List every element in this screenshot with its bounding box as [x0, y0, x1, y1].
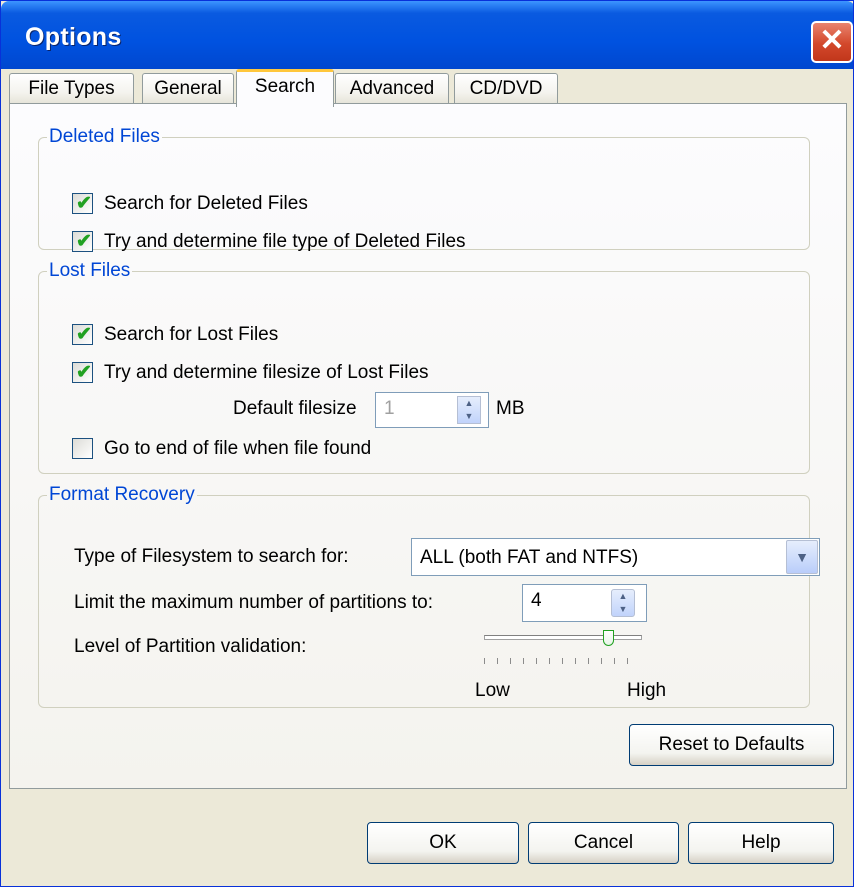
reset-to-defaults-button[interactable]: Reset to Defaults	[629, 724, 834, 766]
checkmark-icon: ✔	[76, 231, 92, 252]
determine-size-lost-label: Try and determine filesize of Lost Files	[104, 362, 429, 383]
deleted-files-legend: Deleted Files	[49, 126, 160, 147]
tab-general[interactable]: General	[142, 73, 234, 105]
window-title: Options	[25, 23, 122, 51]
checkbox-box: ✔	[72, 362, 93, 383]
filesystem-type-label: Type of Filesystem to search for:	[74, 546, 349, 567]
checkbox-box	[72, 438, 93, 459]
checkmark-icon: ✔	[76, 193, 92, 214]
tab-cd-dvd[interactable]: CD/DVD	[454, 73, 558, 105]
max-partitions-stepper[interactable]: 4 ▲ ▼	[522, 584, 647, 622]
validation-low-label: Low	[475, 680, 510, 701]
tab-search[interactable]: Search	[236, 69, 334, 107]
partition-validation-slider[interactable]	[476, 630, 651, 670]
tab-strip: File Types General Search Advanced CD/DV…	[9, 69, 853, 107]
lost-files-group: Lost Files ✔ Search for Lost Files ✔ Try…	[38, 260, 810, 474]
close-button[interactable]: ✕	[811, 21, 853, 63]
max-partitions-value: 4	[531, 590, 542, 611]
slider-thumb-icon[interactable]	[603, 630, 615, 646]
help-button[interactable]: Help	[688, 822, 834, 864]
checkbox-box: ✔	[72, 231, 93, 252]
checkmark-icon: ✔	[76, 324, 92, 345]
determine-type-deleted-checkbox[interactable]: ✔ Try and determine file type of Deleted…	[72, 229, 672, 255]
search-lost-checkbox[interactable]: ✔ Search for Lost Files	[72, 322, 672, 348]
default-filesize-value: 1	[384, 398, 395, 419]
checkbox-box: ✔	[72, 324, 93, 345]
title-bar[interactable]: Options ✕	[1, 1, 853, 69]
checkmark-icon: ✔	[76, 362, 92, 383]
search-deleted-checkbox[interactable]: ✔ Search for Deleted Files	[72, 191, 672, 217]
search-deleted-label: Search for Deleted Files	[104, 193, 308, 214]
deleted-files-group: Deleted Files ✔ Search for Deleted Files…	[38, 126, 810, 252]
spin-arrows-icon[interactable]: ▲ ▼	[611, 589, 635, 617]
tab-file-types[interactable]: File Types	[9, 73, 134, 105]
checkbox-box: ✔	[72, 193, 93, 214]
validation-high-label: High	[627, 680, 667, 701]
partition-validation-label: Level of Partition validation:	[74, 636, 307, 657]
options-dialog: Options ✕ File Types General Search Adva…	[0, 0, 854, 887]
default-filesize-stepper[interactable]: 1 ▲ ▼	[375, 392, 489, 428]
go-to-end-label: Go to end of file when file found	[104, 438, 372, 459]
format-recovery-legend: Format Recovery	[49, 484, 195, 505]
slider-ticks	[484, 658, 640, 664]
chevron-down-icon[interactable]: ▼	[786, 540, 818, 574]
default-filesize-label: Default filesize	[233, 398, 357, 419]
tab-advanced[interactable]: Advanced	[335, 73, 449, 105]
search-tab-page: Deleted Files ✔ Search for Deleted Files…	[9, 103, 847, 789]
go-to-end-checkbox[interactable]: Go to end of file when file found	[72, 436, 672, 462]
max-partitions-label: Limit the maximum number of partitions t…	[74, 592, 434, 613]
slider-track	[484, 635, 642, 640]
filesystem-type-value: ALL (both FAT and NTFS)	[420, 547, 639, 568]
format-recovery-group: Format Recovery Type of Filesystem to se…	[38, 484, 820, 708]
cancel-button[interactable]: Cancel	[528, 822, 679, 864]
filesize-unit: MB	[496, 398, 525, 419]
search-lost-label: Search for Lost Files	[104, 324, 279, 345]
spin-arrows-icon[interactable]: ▲ ▼	[457, 396, 481, 424]
determine-size-lost-checkbox[interactable]: ✔ Try and determine filesize of Lost Fil…	[72, 360, 672, 386]
lost-files-legend: Lost Files	[49, 260, 131, 281]
ok-button[interactable]: OK	[367, 822, 519, 864]
close-icon: ✕	[819, 24, 845, 57]
determine-type-deleted-label: Try and determine file type of Deleted F…	[104, 231, 466, 252]
filesystem-type-select[interactable]: ALL (both FAT and NTFS) ▼	[411, 538, 820, 576]
